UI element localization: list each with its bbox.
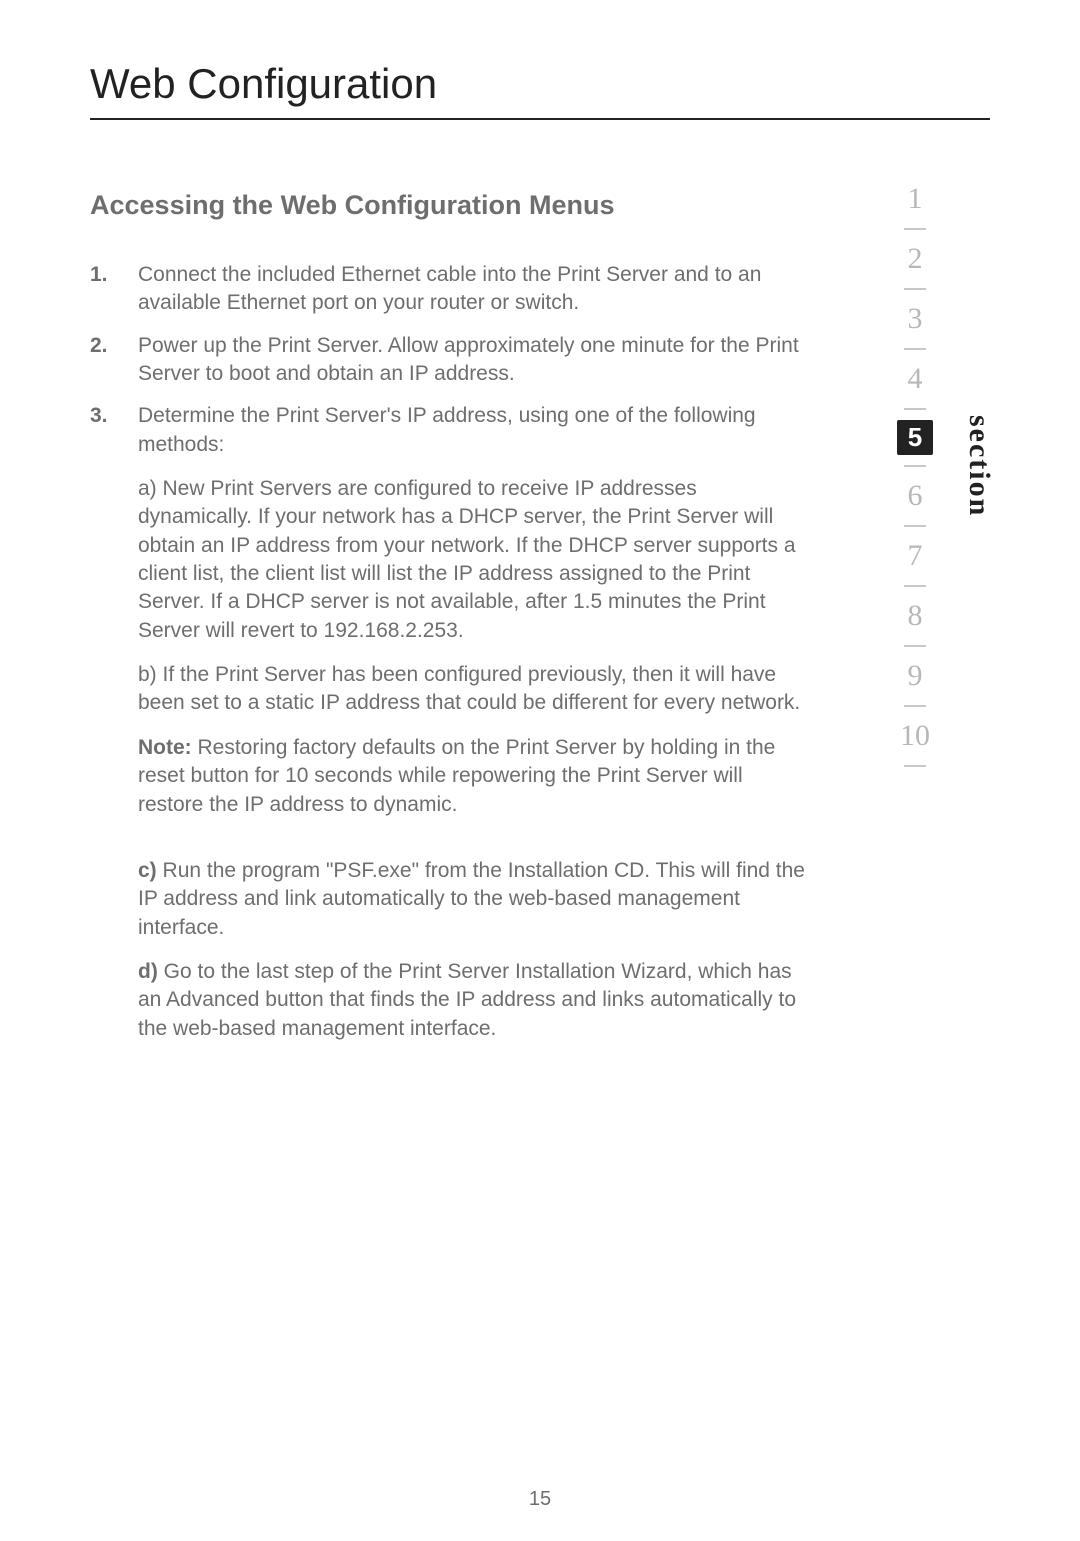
section-nav-item-2[interactable]: 2	[897, 240, 933, 278]
step-paragraph: Connect the included Ethernet cable into…	[138, 261, 810, 318]
section-nav-item-9[interactable]: 9	[897, 657, 933, 695]
page-title: Web Configuration	[90, 60, 990, 108]
paragraph-text: b) If the Print Server has been configur…	[138, 663, 800, 714]
step-paragraph: Determine the Print Server's IP address,…	[138, 402, 810, 459]
step-item: 3.Determine the Print Server's IP addres…	[90, 402, 810, 1043]
step-paragraph: Power up the Print Server. Allow approxi…	[138, 332, 810, 389]
section-nav-item-8[interactable]: 8	[897, 597, 933, 635]
section-nav-item-10[interactable]: 10	[897, 717, 933, 755]
step-paragraph: d) Go to the last step of the Print Serv…	[138, 958, 810, 1043]
title-block: Web Configuration	[90, 60, 990, 120]
step-body: Connect the included Ethernet cable into…	[138, 261, 810, 318]
paragraph-text: Connect the included Ethernet cable into…	[138, 263, 761, 314]
nav-separator	[904, 645, 926, 647]
section-nav-item-1[interactable]: 1	[897, 180, 933, 218]
page-number: 15	[0, 1488, 1080, 1511]
step-item: 2.Power up the Print Server. Allow appro…	[90, 332, 810, 389]
section-nav-item-4[interactable]: 4	[897, 360, 933, 398]
section-label: section	[962, 415, 996, 517]
step-body: Power up the Print Server. Allow approxi…	[138, 332, 810, 389]
nav-separator	[904, 408, 926, 410]
content-area: Accessing the Web Configuration Menus 1.…	[90, 190, 810, 1043]
nav-separator	[904, 585, 926, 587]
section-nav-item-3[interactable]: 3	[897, 300, 933, 338]
paragraph-text: Restoring factory defaults on the Print …	[138, 736, 775, 816]
nav-separator	[904, 465, 926, 467]
paragraph-text: Power up the Print Server. Allow approxi…	[138, 334, 799, 385]
nav-separator	[904, 348, 926, 350]
paragraph-text: a) New Print Servers are configured to r…	[138, 477, 796, 642]
bold-lead: d)	[138, 960, 158, 983]
nav-separator	[904, 525, 926, 527]
section-nav: 1 2 3 4 5 6 7 8 9 10	[890, 180, 940, 777]
step-paragraph: c) Run the program "PSF.exe" from the In…	[138, 857, 810, 942]
nav-separator	[904, 765, 926, 767]
step-body: Determine the Print Server's IP address,…	[138, 402, 810, 1043]
step-number: 2.	[90, 332, 138, 389]
document-page: Web Configuration Accessing the Web Conf…	[0, 0, 1080, 1541]
nav-separator	[904, 705, 926, 707]
bold-lead: c)	[138, 859, 157, 882]
nav-separator	[904, 228, 926, 230]
section-nav-item-5[interactable]: 5	[897, 420, 933, 455]
nav-separator	[904, 288, 926, 290]
step-number: 3.	[90, 402, 138, 1043]
steps-list: 1.Connect the included Ethernet cable in…	[90, 261, 810, 1043]
step-item: 1.Connect the included Ethernet cable in…	[90, 261, 810, 318]
paragraph-text: Go to the last step of the Print Server …	[138, 960, 796, 1040]
section-nav-item-7[interactable]: 7	[897, 537, 933, 575]
section-sidebar: 1 2 3 4 5 6 7 8 9 10 section	[890, 180, 1000, 777]
paragraph-text: Run the program "PSF.exe" from the Insta…	[138, 859, 805, 939]
step-paragraph: a) New Print Servers are configured to r…	[138, 475, 810, 645]
paragraph-text: Determine the Print Server's IP address,…	[138, 404, 756, 455]
section-nav-item-6[interactable]: 6	[897, 477, 933, 515]
step-number: 1.	[90, 261, 138, 318]
spacer	[138, 835, 810, 857]
section-heading: Accessing the Web Configuration Menus	[90, 190, 810, 221]
step-paragraph: Note: Restoring factory defaults on the …	[138, 734, 810, 819]
step-paragraph: b) If the Print Server has been configur…	[138, 661, 810, 718]
bold-lead: Note:	[138, 736, 192, 759]
